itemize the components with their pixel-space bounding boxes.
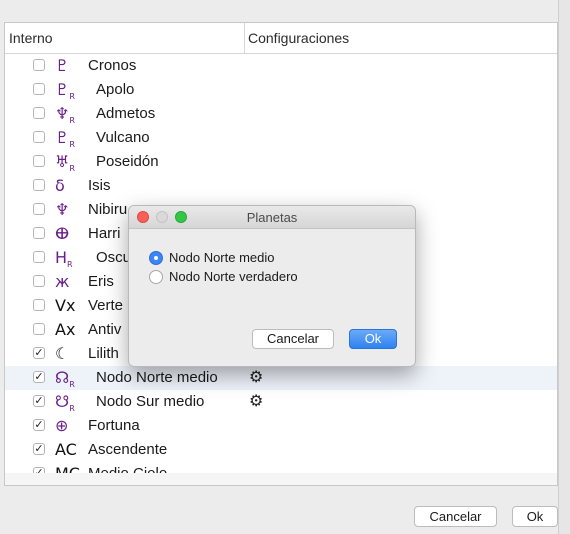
dialog-title: Planetas (246, 210, 298, 225)
planet-glyph-icon: ⴲ (55, 224, 70, 243)
row-checkbox[interactable] (33, 203, 45, 215)
radio-button[interactable] (149, 251, 163, 265)
planet-name: Cronos (88, 57, 137, 74)
list-item[interactable]: ✓ ☊R Nodo Norte medio ⚙ (5, 366, 557, 390)
list-item[interactable]: ♆R Admetos (5, 102, 557, 126)
planet-glyph-icon: ♇R (55, 80, 75, 102)
planet-glyph-icon: ♅R (55, 152, 75, 174)
row-checkbox[interactable] (33, 251, 45, 263)
planet-glyph-icon: HR (55, 248, 73, 270)
planetas-dialog: Planetas Nodo Norte medio Nodo Norte ver… (128, 205, 416, 367)
list-item[interactable]: ✓ ☋R Nodo Sur medio ⚙ (5, 390, 557, 414)
list-item[interactable]: ✓ ⊕ Fortuna (5, 414, 557, 438)
gear-icon[interactable]: ⚙ (249, 391, 263, 410)
radio-button[interactable] (149, 270, 163, 284)
planet-glyph-icon: ♇R (55, 128, 75, 150)
list-item[interactable]: ♇R Vulcano (5, 126, 557, 150)
row-checkbox[interactable] (33, 59, 45, 71)
row-checkbox[interactable]: ✓ (33, 419, 45, 431)
planet-glyph-icon: δ (55, 176, 65, 195)
row-checkbox[interactable]: ✓ (33, 347, 45, 359)
dialog-titlebar[interactable]: Planetas (129, 206, 415, 229)
column-header-interno[interactable]: Interno (9, 30, 53, 46)
column-header: Interno Configuraciones (5, 23, 557, 54)
list-item[interactable]: ♅R Poseidón (5, 150, 557, 174)
planet-name: Nodo Sur medio (96, 393, 205, 410)
planet-glyph-icon: Ax (55, 320, 76, 339)
planet-glyph-icon: ♇ (55, 56, 70, 75)
planet-name: Vulcano (96, 129, 150, 146)
gear-icon[interactable]: ⚙ (249, 367, 263, 386)
radio-label[interactable]: Nodo Norte medio (169, 250, 275, 265)
column-divider[interactable] (244, 23, 245, 53)
radio-label[interactable]: Nodo Norte verdadero (169, 269, 298, 284)
horizontal-scrollbar[interactable] (5, 473, 557, 485)
planet-glyph-icon: ⊕ (55, 416, 69, 435)
cancel-button[interactable]: Cancelar (414, 506, 497, 527)
row-checkbox[interactable] (33, 131, 45, 143)
planet-name: Nodo Norte medio (96, 369, 218, 386)
planet-glyph-icon: ж (55, 272, 70, 291)
row-checkbox[interactable]: ✓ (33, 443, 45, 455)
planet-name: Admetos (96, 105, 156, 122)
row-checkbox[interactable] (33, 227, 45, 239)
planet-name: Antiv (88, 321, 122, 338)
row-checkbox[interactable] (33, 323, 45, 335)
row-checkbox[interactable] (33, 83, 45, 95)
planet-name: Poseidón (96, 153, 159, 170)
planet-name: Ascendente (88, 441, 168, 458)
row-checkbox[interactable] (33, 299, 45, 311)
planet-glyph-icon: ♆ (55, 200, 70, 219)
dialog-ok-button[interactable]: Ok (349, 329, 397, 349)
planet-name: Apolo (96, 81, 135, 98)
row-checkbox[interactable] (33, 107, 45, 119)
planet-name: Verte (88, 297, 124, 314)
planet-name: Nibiru (88, 201, 128, 218)
row-checkbox[interactable]: ✓ (33, 371, 45, 383)
list-item[interactable]: ♇ Cronos (5, 54, 557, 78)
column-header-configuraciones[interactable]: Configuraciones (248, 30, 349, 46)
planet-glyph-icon: ☾ (55, 344, 70, 363)
planet-name: Fortuna (88, 417, 140, 434)
planet-glyph-icon: ☊R (55, 368, 75, 390)
planet-name: Harri (88, 225, 121, 242)
background-window-edge (558, 0, 570, 534)
row-checkbox[interactable] (33, 155, 45, 167)
planet-name: Isis (88, 177, 111, 194)
dialog-cancel-button[interactable]: Cancelar (252, 329, 334, 349)
ok-button[interactable]: Ok (512, 506, 558, 527)
list-item[interactable]: δ Isis (5, 174, 557, 198)
row-checkbox[interactable] (33, 275, 45, 287)
planet-glyph-icon: AC (55, 440, 77, 459)
planet-name: Lilith (88, 345, 119, 362)
planet-glyph-icon: ☋R (55, 392, 75, 414)
planet-name: Eris (88, 273, 114, 290)
row-checkbox[interactable] (33, 179, 45, 191)
window-top-strip (0, 0, 558, 20)
planet-glyph-icon: Vx (55, 296, 76, 315)
planet-glyph-icon: ♆R (55, 104, 75, 126)
list-item[interactable]: ✓ AC Ascendente (5, 438, 557, 462)
planet-name: Oscu (96, 249, 132, 266)
row-checkbox[interactable]: ✓ (33, 395, 45, 407)
list-item[interactable]: ♇R Apolo (5, 78, 557, 102)
